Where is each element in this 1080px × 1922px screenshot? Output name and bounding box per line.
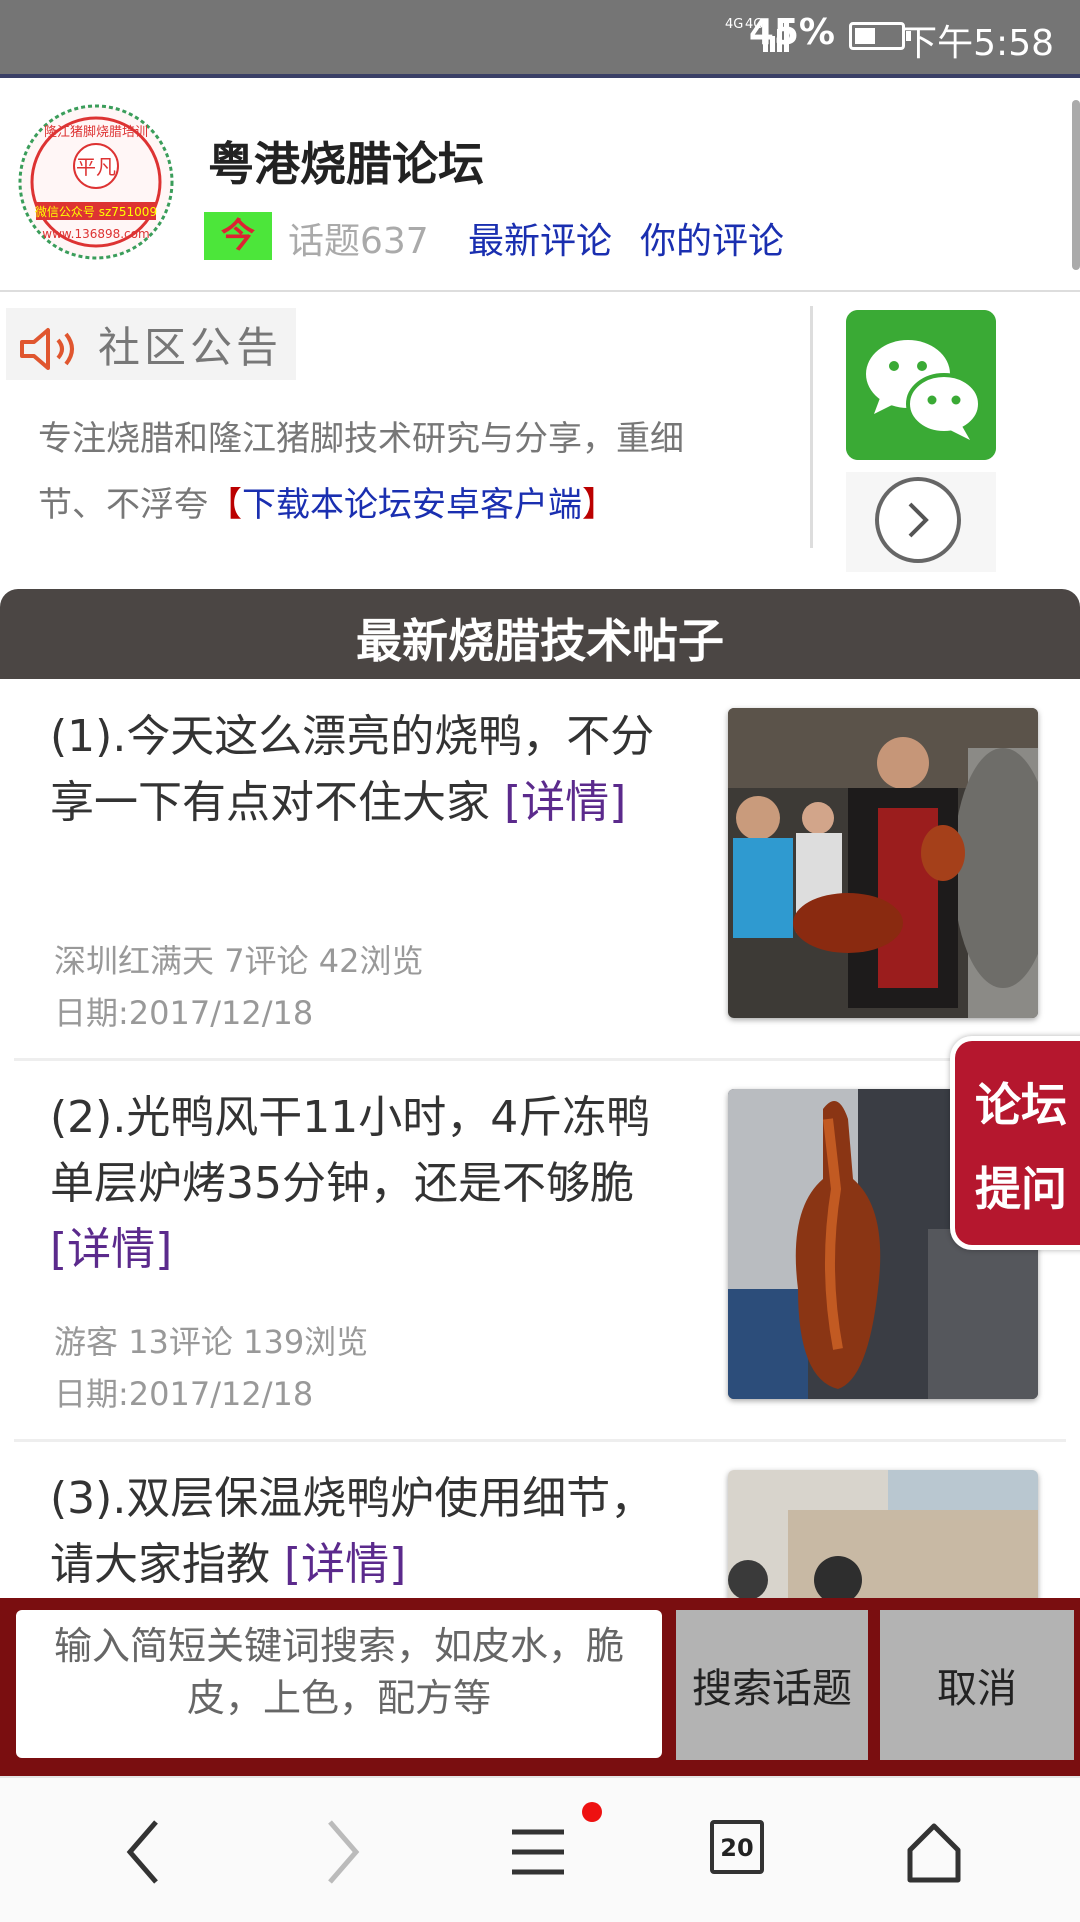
your-comments-link[interactable]: 你的评论	[640, 212, 784, 264]
post-views: 42浏览	[318, 942, 424, 980]
menu-icon[interactable]	[488, 1800, 588, 1900]
cancel-button[interactable]: 取消	[880, 1610, 1074, 1760]
forum-logo[interactable]: 平凡 隆江猪脚烧腊培训 微信公众号 sz751009 www.136898.co…	[16, 102, 176, 262]
speaker-icon	[20, 328, 74, 370]
search-bar: 搜索话题 取消	[0, 1598, 1080, 1776]
post-stats: 深圳红满天 7评论 42浏览	[54, 936, 423, 982]
notice-text: 专注烧腊和隆江猪脚技术研究与分享，重细节、不浮夸【下载本论坛安卓客户端】	[38, 406, 748, 538]
post-comments: 7评论	[224, 942, 309, 980]
notice-header: 社区公告	[6, 308, 296, 380]
battery-percent: 45%	[748, 12, 835, 53]
bracket-open: 【	[208, 485, 242, 525]
post-title[interactable]: (2).光鸭风干11小时，4斤冻鸭单层炉烤35分钟，还是不够脆 [详情]	[50, 1085, 690, 1283]
tabs-icon[interactable]: 20	[710, 1820, 764, 1874]
section-banner: 最新烧腊技术帖子	[0, 589, 1080, 679]
post-author: 深圳红满天	[54, 942, 215, 980]
today-badge: 今	[204, 212, 272, 260]
post-item[interactable]: (3).双层保温烧鸭炉使用细节，请大家指教 [详情]	[14, 1442, 1066, 1600]
forum-title: 粤港烧腊论坛	[208, 137, 484, 191]
post-item[interactable]: (2).光鸭风干11小时，4斤冻鸭单层炉烤35分钟，还是不够脆 [详情] 游客 …	[14, 1061, 1066, 1442]
wechat-icon[interactable]	[846, 310, 996, 460]
forward-icon[interactable]	[290, 1800, 390, 1900]
post-thumbnail[interactable]	[728, 1470, 1038, 1600]
bracket-close: 】	[582, 485, 616, 525]
post-thumbnail[interactable]	[728, 708, 1038, 1018]
battery-icon	[849, 22, 911, 50]
detail-link[interactable]: [详情]	[504, 777, 626, 828]
notice-divider	[810, 306, 813, 548]
post-title[interactable]: (1).今天这么漂亮的烧鸭，不分享一下有点对不住大家 [详情]	[50, 704, 690, 836]
search-input[interactable]	[16, 1610, 662, 1758]
status-bar: 4G 4G 45% 下午5:58	[0, 0, 1080, 77]
section-title: 最新烧腊技术帖子	[356, 614, 724, 668]
search-topic-button[interactable]: 搜索话题	[676, 1610, 868, 1760]
svg-text:隆江猪脚烧腊培训: 隆江猪脚烧腊培训	[44, 124, 148, 140]
forum-header: 平凡 隆江猪脚烧腊培训 微信公众号 sz751009 www.136898.co…	[0, 78, 1080, 292]
detail-link[interactable]: [详情]	[50, 1224, 172, 1275]
svg-text:4G: 4G	[725, 17, 743, 32]
post-title-text: (2).光鸭风干11小时，4斤冻鸭单层炉烤35分钟，还是不够脆	[50, 1092, 651, 1209]
svg-text:www.136898.com: www.136898.com	[42, 227, 149, 241]
ask-label-line1: 论坛	[975, 1078, 1067, 1132]
scrollbar[interactable]	[1072, 100, 1080, 270]
browser-toolbar: 20	[0, 1776, 1080, 1922]
post-date: 日期:2017/12/18	[54, 994, 314, 1032]
post-stats: 游客 13评论 139浏览	[54, 1317, 368, 1363]
notification-dot	[582, 1802, 602, 1822]
download-app-link[interactable]: 下载本论坛安卓客户端	[242, 485, 582, 525]
post-views: 139浏览	[243, 1323, 369, 1361]
post-author: 游客	[54, 1323, 119, 1361]
back-icon[interactable]	[94, 1800, 194, 1900]
svg-text:平凡: 平凡	[76, 155, 116, 179]
chevron-right-icon[interactable]	[874, 476, 962, 564]
post-list: (1).今天这么漂亮的烧鸭，不分享一下有点对不住大家 [详情] 深圳红满天 7评…	[14, 680, 1066, 1600]
home-icon[interactable]	[884, 1800, 984, 1900]
topic-count: 话题637	[288, 221, 429, 262]
ask-question-button[interactable]: 论坛 提问	[950, 1036, 1080, 1250]
community-notice: 社区公告 专注烧腊和隆江猪脚技术研究与分享，重细节、不浮夸【下载本论坛安卓客户端…	[0, 292, 1080, 588]
ask-label-line2: 提问	[975, 1162, 1067, 1216]
post-item[interactable]: (1).今天这么漂亮的烧鸭，不分享一下有点对不住大家 [详情] 深圳红满天 7评…	[14, 680, 1066, 1061]
clock: 下午5:58	[901, 23, 1054, 64]
post-date: 日期:2017/12/18	[54, 1375, 314, 1413]
post-comments: 13评论	[128, 1323, 233, 1361]
detail-link[interactable]: [详情]	[284, 1539, 406, 1590]
svg-text:微信公众号 sz751009: 微信公众号 sz751009	[35, 205, 157, 219]
post-title[interactable]: (3).双层保温烧鸭炉使用细节，请大家指教 [详情]	[50, 1466, 690, 1598]
latest-comments-link[interactable]: 最新评论	[468, 212, 612, 264]
notice-label: 社区公告	[98, 323, 283, 372]
